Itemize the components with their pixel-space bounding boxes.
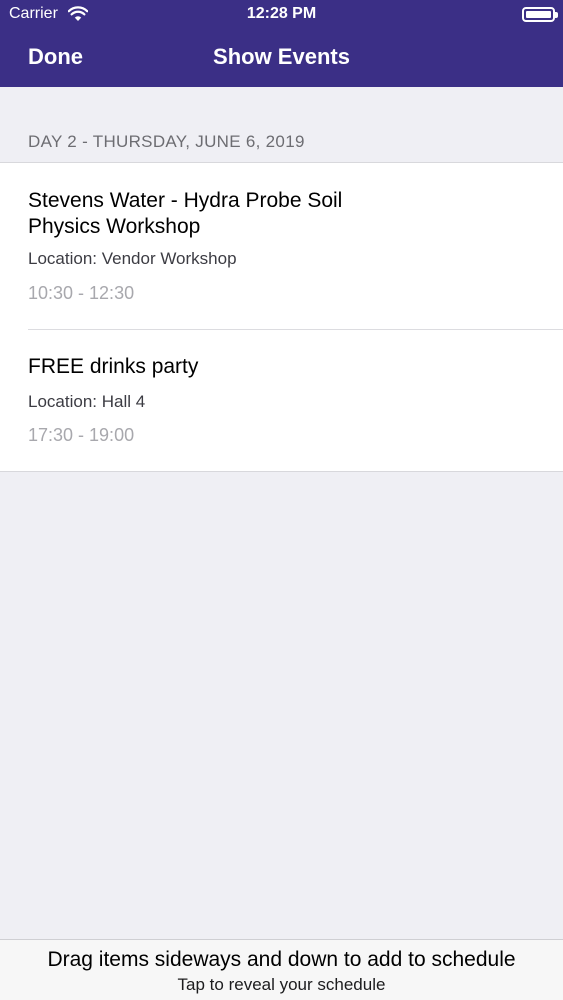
battery-icon bbox=[522, 7, 558, 22]
section-header: DAY 2 - THURSDAY, JUNE 6, 2019 bbox=[28, 132, 305, 151]
schedule-drawer-bar[interactable]: Drag items sideways and down to add to s… bbox=[0, 939, 563, 1000]
event-title: FREE drinks party bbox=[28, 355, 199, 378]
status-bar: Carrier 12:28 PM bbox=[0, 0, 563, 30]
event-location: Location: Vendor Workshop bbox=[28, 249, 237, 268]
event-time: 17:30 - 19:00 bbox=[28, 425, 135, 445]
events-list: Stevens Water - Hydra Probe Soil Physics… bbox=[0, 162, 563, 472]
top-bar: Carrier 12:28 PM Done Show Events bbox=[0, 0, 563, 87]
status-time: 12:28 PM bbox=[246, 5, 317, 22]
battery-nub bbox=[555, 12, 558, 18]
event-row[interactable]: Stevens Water - Hydra Probe Soil Physics… bbox=[0, 163, 563, 329]
navigation-bar: Done Show Events bbox=[0, 30, 563, 87]
page-title: Show Events bbox=[213, 44, 350, 69]
app-screen: Carrier 12:28 PM Done Show Events DAY 2 … bbox=[0, 0, 563, 1000]
drag-instruction: Drag items sideways and down to add to s… bbox=[47, 948, 516, 971]
event-title: Stevens Water - Hydra Probe Soil Physics… bbox=[28, 189, 343, 238]
event-time: 10:30 - 12:30 bbox=[28, 283, 135, 303]
battery-fill bbox=[526, 11, 551, 18]
event-row[interactable]: FREE drinks party Location: Hall 4 17:30… bbox=[0, 330, 563, 471]
event-location: Location: Hall 4 bbox=[28, 392, 146, 411]
reveal-schedule-hint[interactable]: Tap to reveal your schedule bbox=[0, 975, 563, 995]
